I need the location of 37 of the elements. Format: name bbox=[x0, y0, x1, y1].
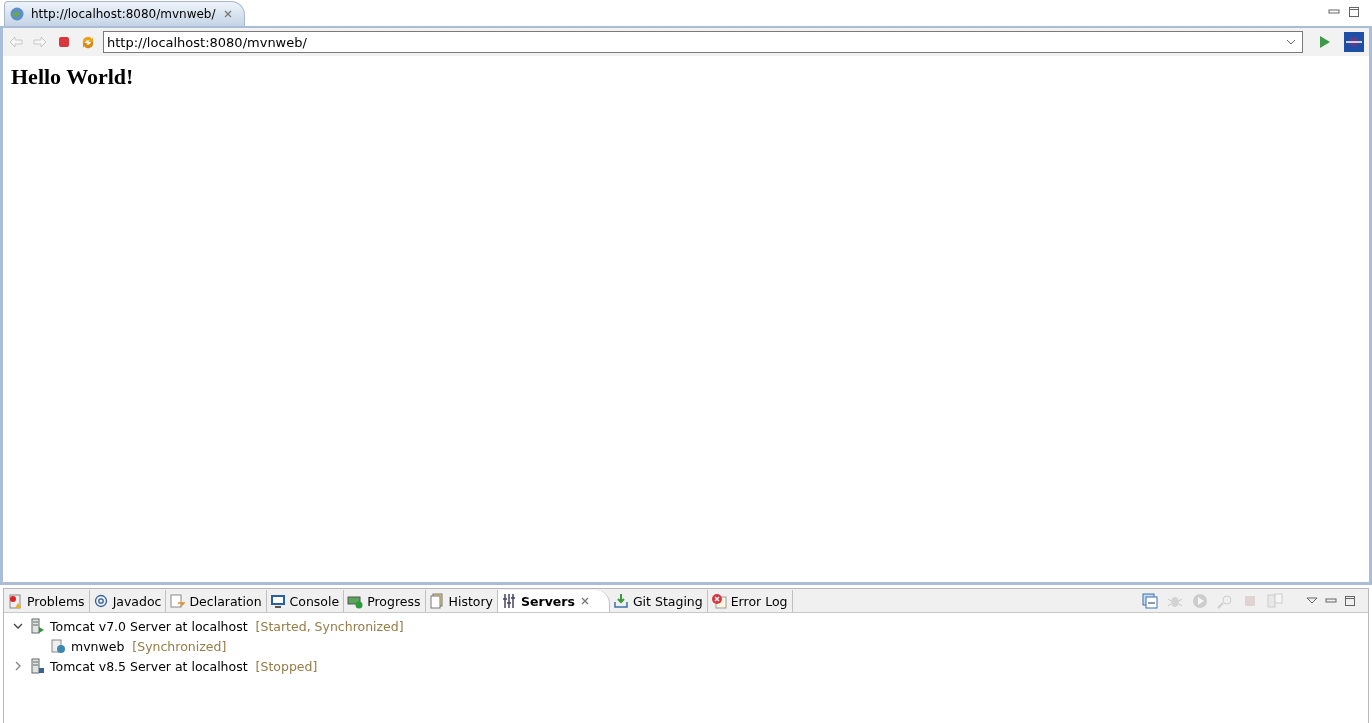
progress-icon bbox=[347, 593, 364, 609]
url-field[interactable]: http://localhost:8080/mvnweb/ bbox=[103, 31, 1303, 53]
download-tray-icon bbox=[612, 593, 629, 609]
forward-arrow-icon bbox=[32, 34, 48, 50]
server-name[interactable]: Tomcat v7.0 Server at localhost bbox=[50, 618, 248, 634]
stopped-server-icon bbox=[29, 658, 45, 674]
browser-logo-icon bbox=[1344, 32, 1364, 52]
globe-icon bbox=[9, 6, 25, 22]
server-status: [Started, Synchronized] bbox=[255, 618, 404, 634]
history-icon bbox=[428, 593, 445, 609]
maximize-icon bbox=[1348, 6, 1360, 18]
refresh-icon bbox=[80, 34, 96, 50]
collapse-all-icon bbox=[1142, 592, 1158, 609]
profile-icon bbox=[1217, 592, 1233, 609]
sliders-icon bbox=[501, 593, 518, 609]
error-log-icon bbox=[710, 593, 727, 609]
module-name[interactable]: mvnweb bbox=[71, 638, 125, 654]
publish-icon bbox=[1267, 592, 1283, 609]
problems-icon bbox=[7, 593, 23, 609]
browser-tab[interactable]: http://localhost:8080/mvnweb/ bbox=[4, 1, 245, 26]
panel-action-button[interactable] bbox=[1141, 591, 1159, 610]
server-name[interactable]: Tomcat v8.5 Server at localhost bbox=[50, 658, 248, 674]
running-server-icon bbox=[29, 618, 45, 634]
page-heading: Hello World! bbox=[11, 64, 134, 90]
tab-title: http://localhost:8080/mvnweb/ bbox=[31, 7, 216, 21]
stop-icon bbox=[56, 34, 72, 50]
maximize-icon bbox=[1344, 594, 1356, 607]
console-icon bbox=[269, 593, 286, 609]
server-status: [Stopped] bbox=[255, 658, 318, 674]
start-icon bbox=[1192, 592, 1208, 609]
browser-logo-button[interactable] bbox=[1343, 31, 1365, 53]
back-arrow-icon bbox=[8, 34, 24, 50]
declaration-icon bbox=[169, 593, 186, 609]
panel-tab[interactable]: Servers bbox=[498, 590, 610, 612]
web-module-icon bbox=[50, 638, 66, 654]
panel-tab[interactable]: Progress bbox=[344, 590, 426, 612]
module-status: [Synchronized] bbox=[132, 638, 227, 654]
